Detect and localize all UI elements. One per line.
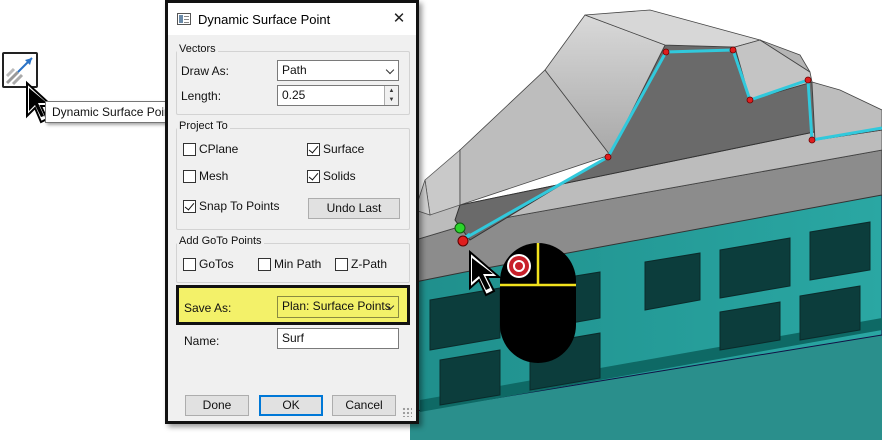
- current-point-red: [457, 235, 469, 247]
- draw-as-value: Path: [282, 63, 307, 77]
- checkbox-box[interactable]: [258, 258, 271, 271]
- surface-label: Surface: [323, 142, 365, 156]
- solids-label: Solids: [323, 169, 356, 183]
- checkbox-box[interactable]: [183, 258, 196, 271]
- name-value: Surf: [282, 331, 305, 345]
- save-as-select[interactable]: Plan: Surface Points: [277, 296, 399, 318]
- dialog-app-icon: [177, 13, 191, 25]
- length-value: 0.25: [282, 88, 306, 102]
- checkbox-box[interactable]: [307, 170, 320, 183]
- model-viewport[interactable]: [400, 0, 882, 440]
- tooltip: Dynamic Surface Point: [45, 101, 182, 123]
- checkbox-box[interactable]: [183, 170, 196, 183]
- goto-points-heading: Add GoTo Points: [177, 235, 264, 247]
- mesh-label: Mesh: [199, 169, 229, 183]
- ok-button[interactable]: OK: [259, 395, 323, 416]
- checkbox-box[interactable]: [183, 143, 196, 156]
- undo-last-button[interactable]: Undo Last: [308, 198, 400, 219]
- length-spinner[interactable]: 0.25 ▲ ▼: [277, 85, 399, 106]
- cancel-button[interactable]: Cancel: [332, 395, 396, 416]
- mouse-left-click-icon: [500, 243, 576, 363]
- checkbox-box[interactable]: [335, 258, 348, 271]
- gotos-label: GoTos: [199, 257, 234, 271]
- dynamic-surface-point-dialog: Dynamic Surface Point ✕ Vectors Draw As:…: [165, 0, 419, 424]
- draw-as-select[interactable]: Path: [277, 60, 399, 81]
- save-as-label: Save As:: [184, 301, 232, 315]
- dialog-title: Dynamic Surface Point: [198, 12, 331, 27]
- done-button[interactable]: Done: [185, 395, 249, 416]
- length-label: Length:: [181, 89, 222, 103]
- cplane-label: CPlane: [199, 142, 239, 156]
- resize-grip-icon[interactable]: [402, 407, 412, 417]
- spin-down-icon[interactable]: ▼: [384, 95, 398, 105]
- checkbox-box[interactable]: [307, 143, 320, 156]
- project-to-heading: Project To: [177, 120, 230, 132]
- start-point-green: [454, 222, 466, 234]
- vectors-heading: Vectors: [177, 43, 218, 55]
- checkbox-box[interactable]: [183, 200, 196, 213]
- save-as-value: Plan: Surface Points: [282, 299, 391, 313]
- close-icon[interactable]: ✕: [386, 7, 412, 31]
- name-input[interactable]: Surf: [277, 328, 399, 349]
- chevron-down-icon: [385, 65, 395, 75]
- draw-as-label: Draw As:: [181, 64, 230, 78]
- z-path-label: Z-Path: [351, 257, 388, 271]
- snap-to-points-label: Snap To Points: [199, 199, 280, 213]
- min-path-label: Min Path: [274, 257, 322, 271]
- title-bar[interactable]: Dynamic Surface Point ✕: [168, 3, 416, 35]
- name-label: Name:: [184, 334, 220, 348]
